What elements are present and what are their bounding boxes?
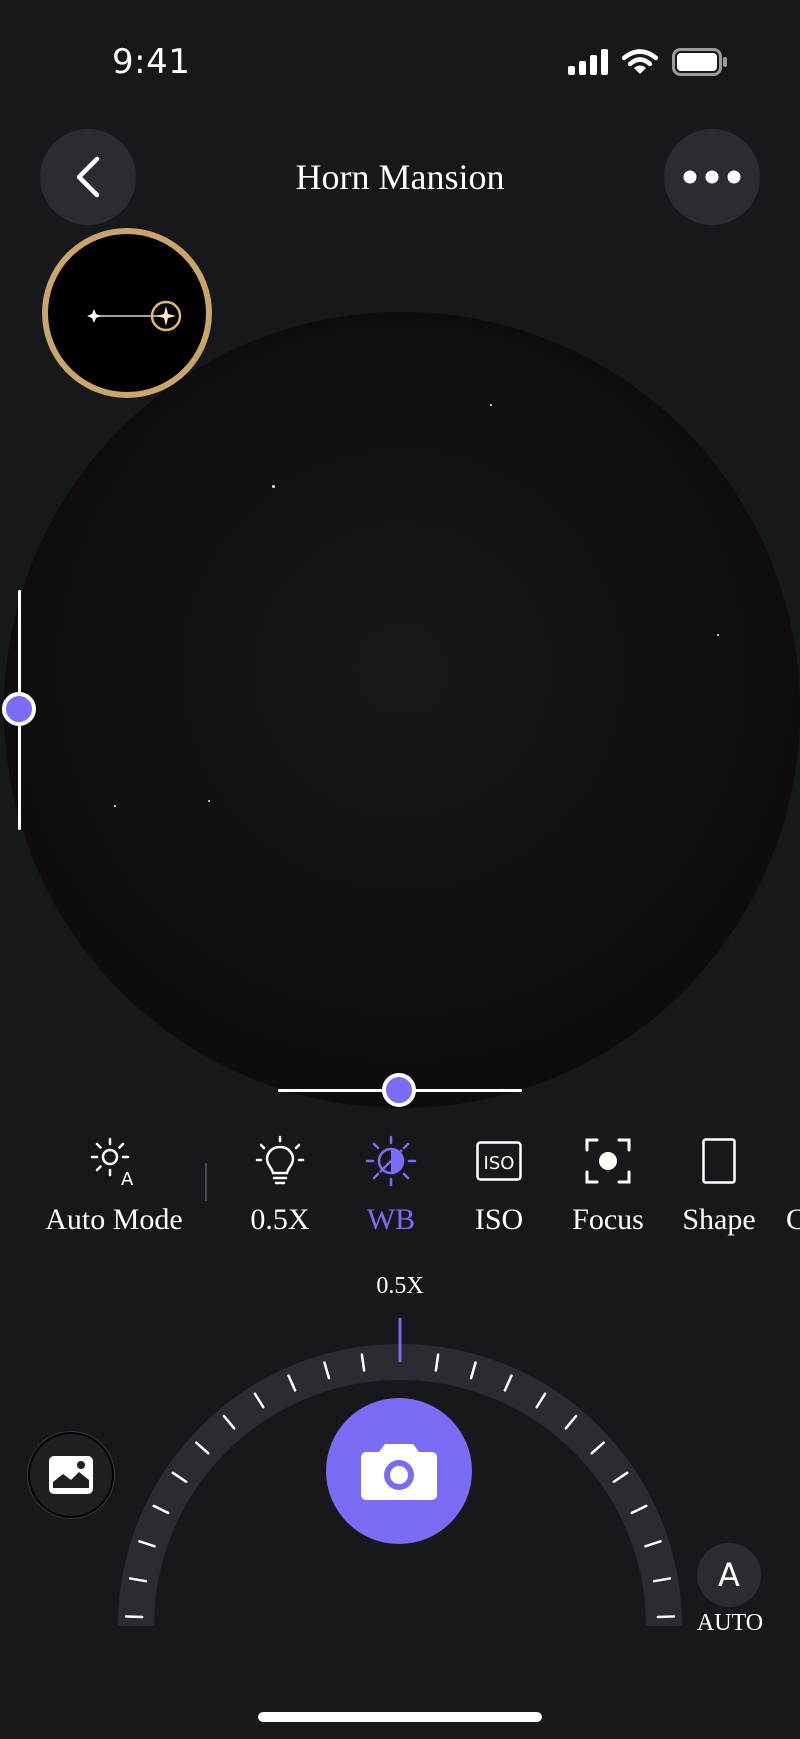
tool-label: Shape bbox=[682, 1203, 756, 1236]
shutter-button[interactable] bbox=[326, 1398, 472, 1544]
tool-auto-mode[interactable]: A Auto Mode bbox=[40, 1135, 188, 1237]
tool-white-balance[interactable]: WB bbox=[346, 1135, 436, 1237]
svg-text:A: A bbox=[121, 1169, 134, 1187]
tool-label: 0.5X bbox=[250, 1203, 310, 1236]
auto-brightness-icon: A bbox=[90, 1137, 134, 1187]
bulb-icon bbox=[255, 1135, 305, 1185]
star bbox=[272, 485, 275, 488]
dial-value: 0.5X bbox=[376, 1273, 424, 1299]
exposure-slider-thumb[interactable] bbox=[2, 692, 36, 726]
tool-label: C bbox=[786, 1203, 800, 1236]
tool-label: WB bbox=[366, 1203, 416, 1236]
tool-iso[interactable]: ISO ISO bbox=[454, 1135, 544, 1237]
shape-icon bbox=[702, 1138, 736, 1184]
auto-label: AUTO bbox=[696, 1610, 764, 1636]
image-icon bbox=[49, 1456, 93, 1494]
signal-icon bbox=[568, 49, 608, 75]
horizontal-slider-thumb[interactable] bbox=[382, 1073, 416, 1107]
tool-label: Focus bbox=[572, 1203, 644, 1236]
focus-icon bbox=[585, 1138, 631, 1184]
iso-icon: ISO bbox=[476, 1141, 522, 1181]
tool-zoom[interactable]: 0.5X bbox=[230, 1135, 330, 1237]
camera-icon bbox=[361, 1444, 437, 1500]
status-time: 9:41 bbox=[112, 42, 191, 82]
star bbox=[208, 800, 210, 802]
dial-tick bbox=[124, 1615, 144, 1619]
star bbox=[490, 404, 492, 406]
white-balance-icon bbox=[365, 1135, 417, 1187]
more-button[interactable] bbox=[664, 129, 760, 225]
tool-label: Auto Mode bbox=[45, 1203, 183, 1236]
status-icons bbox=[568, 48, 728, 76]
tool-shape[interactable]: Shape bbox=[674, 1135, 764, 1237]
battery-icon bbox=[672, 48, 727, 76]
toolbar-divider bbox=[205, 1163, 207, 1201]
svg-text:ISO: ISO bbox=[484, 1153, 515, 1174]
more-icon bbox=[683, 170, 741, 184]
auto-button[interactable]: A bbox=[697, 1543, 761, 1607]
target-star-icon bbox=[87, 300, 182, 332]
wifi-icon bbox=[622, 49, 658, 74]
dial-tick bbox=[656, 1615, 676, 1619]
mini-map[interactable] bbox=[42, 228, 212, 398]
star bbox=[114, 805, 116, 807]
gallery-button[interactable] bbox=[28, 1432, 114, 1518]
tool-more[interactable]: C bbox=[786, 1135, 800, 1237]
tool-label: ISO bbox=[474, 1203, 524, 1236]
viewfinder[interactable] bbox=[4, 312, 800, 1108]
home-indicator bbox=[258, 1712, 542, 1722]
tool-focus[interactable]: Focus bbox=[562, 1135, 654, 1237]
star bbox=[717, 634, 719, 636]
